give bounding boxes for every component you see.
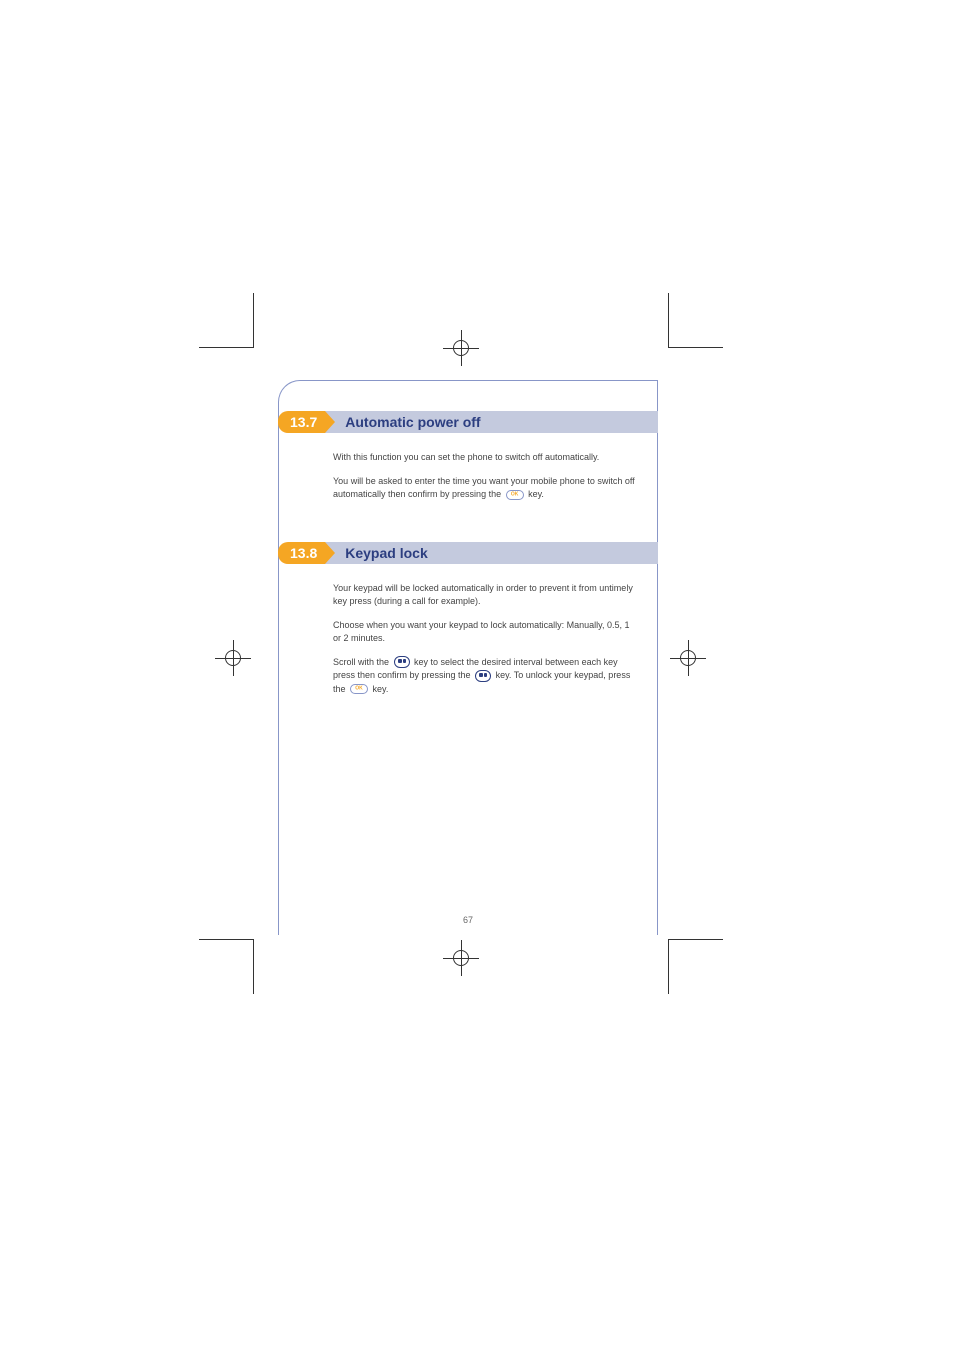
ok-key-icon: [506, 490, 524, 500]
crop-mark: [668, 939, 669, 994]
ok-key-icon: [350, 684, 368, 694]
crop-mark: [668, 347, 723, 348]
crop-mark: [199, 939, 254, 940]
section-body: Your keypad will be locked automatically…: [279, 582, 657, 737]
section-number-tag: 13.8: [278, 542, 325, 564]
body-paragraph: Choose when you want your keypad to lock…: [333, 619, 635, 646]
page-number: 67: [463, 915, 473, 925]
crop-mark: [253, 939, 254, 994]
crop-mark: [199, 347, 254, 348]
section-title: Automatic power off: [325, 411, 658, 433]
body-paragraph: With this function you can set the phone…: [333, 451, 635, 465]
navigation-key-icon: [394, 656, 410, 668]
body-paragraph: Your keypad will be locked automatically…: [333, 582, 635, 609]
crop-mark: [668, 293, 669, 348]
registration-mark: [670, 640, 706, 676]
section-header: 13.7Automatic power off: [278, 411, 658, 433]
registration-mark: [443, 940, 479, 976]
section-header: 13.8Keypad lock: [278, 542, 658, 564]
registration-mark: [443, 330, 479, 366]
manual-page: 13.7Automatic power off With this functio…: [278, 380, 658, 935]
section-title: Keypad lock: [325, 542, 658, 564]
body-paragraph: You will be asked to enter the time you …: [333, 475, 635, 502]
section-number-tag: 13.7: [278, 411, 325, 433]
registration-mark: [215, 640, 251, 676]
navigation-key-icon: [475, 670, 491, 682]
crop-mark: [253, 293, 254, 348]
crop-mark: [668, 939, 723, 940]
body-paragraph: Scroll with the key to select the desire…: [333, 656, 635, 697]
section-body: With this function you can set the phone…: [279, 451, 657, 542]
